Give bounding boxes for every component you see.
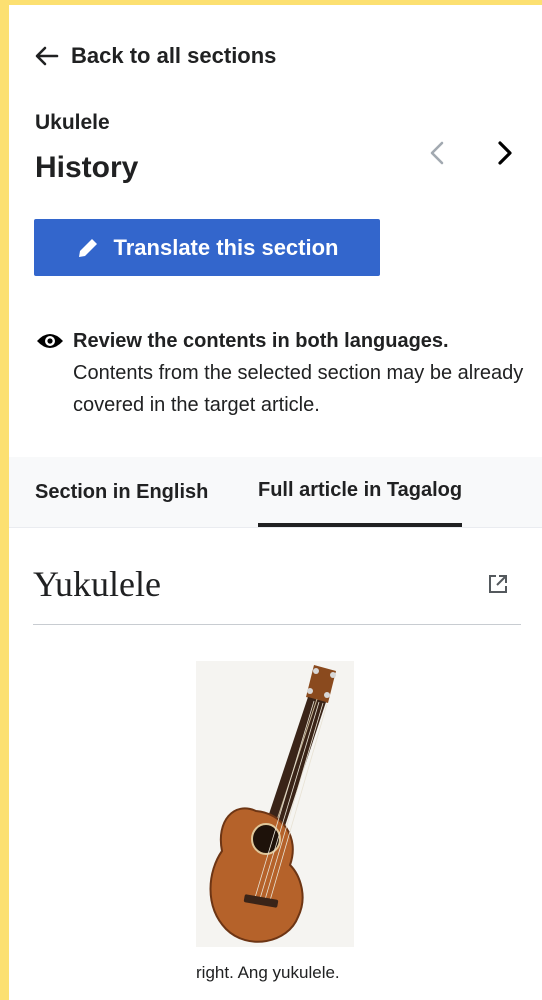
content-tabs: Section in English Full article in Tagal… [9,457,542,528]
arrow-left-icon [35,46,59,66]
tab-section-in-english[interactable]: Section in English [35,457,208,527]
chevron-left-icon [430,141,444,165]
back-to-sections-link[interactable]: Back to all sections [35,43,276,69]
pencil-icon [78,238,97,257]
next-section-button[interactable] [487,135,523,171]
tab-full-article-tagalog[interactable]: Full article in Tagalog [258,457,463,527]
back-link-label: Back to all sections [71,43,277,68]
target-article-title: Yukulele [33,564,161,604]
review-body: Contents from the selected section may b… [73,362,524,416]
review-heading: Review the contents in both languages. [73,330,449,352]
review-notice: Review the contents in both languages. C… [35,325,525,421]
source-article-title: Ukulele [35,111,110,134]
external-link-icon [489,575,507,593]
title-divider [33,624,521,625]
section-title: History [35,151,139,184]
section-translation-panel: Back to all sections Ukulele History Tra… [9,5,542,1000]
previous-section-button[interactable] [419,135,455,171]
ukulele-illustration [196,661,354,947]
image-caption: right. Ang yukulele. [196,963,340,982]
open-article-button[interactable] [487,573,509,600]
eye-icon [37,334,63,348]
translate-button-label: Translate this section [113,234,339,260]
translate-section-button[interactable]: Translate this section [34,219,380,276]
chevron-right-icon [498,141,512,165]
ukulele-image [196,661,354,947]
